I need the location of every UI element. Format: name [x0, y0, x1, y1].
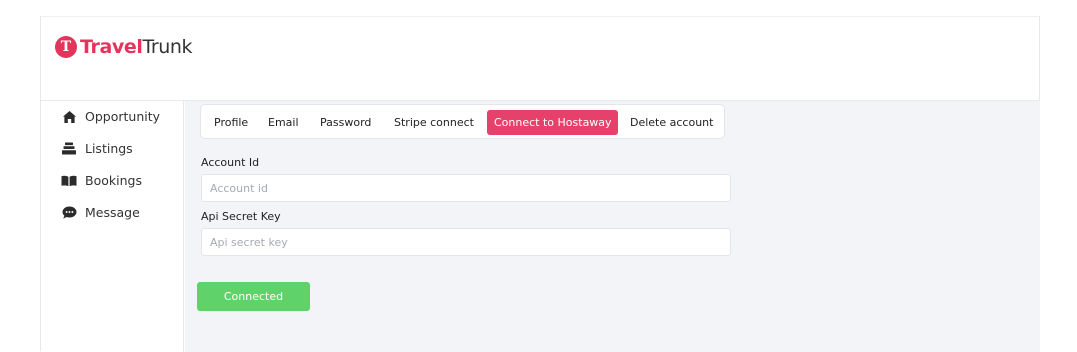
brand-name-trunk: Trunk [142, 36, 193, 58]
connected-button[interactable]: Connected [197, 282, 310, 311]
home-icon [61, 110, 77, 124]
chat-bubble-icon [61, 206, 77, 220]
tab-password[interactable]: Password [320, 110, 371, 135]
settings-tabs: Profile Email Password Stripe connect Co… [200, 104, 725, 139]
logo-mark-icon: T [55, 36, 77, 58]
account-id-label: Account Id [201, 156, 260, 169]
sidebar-item-label: Bookings [85, 173, 142, 188]
sidebar-item-label: Listings [85, 141, 133, 156]
tab-stripe-connect[interactable]: Stripe connect [394, 110, 474, 135]
brand-name: TravelTrunk [80, 36, 193, 58]
tab-email[interactable]: Email [268, 110, 299, 135]
book-icon [61, 174, 77, 188]
api-secret-key-input[interactable] [201, 228, 731, 256]
sidebar-item-opportunity[interactable]: Opportunity [61, 109, 160, 124]
tab-connect-to-hostaway[interactable]: Connect to Hostaway [487, 110, 618, 135]
top-bar: T TravelTrunk [41, 17, 1039, 101]
api-secret-key-label: Api Secret Key [201, 210, 281, 223]
sidebar-item-label: Message [85, 205, 140, 220]
app-window: T TravelTrunk Opportunity Listings Booki… [40, 16, 1040, 352]
layers-icon [61, 142, 77, 156]
sidebar: Opportunity Listings Bookings Message [41, 101, 184, 352]
sidebar-item-label: Opportunity [85, 109, 161, 124]
sidebar-item-bookings[interactable]: Bookings [61, 173, 142, 188]
brand-name-travel: Travel [80, 36, 143, 58]
sidebar-item-message[interactable]: Message [61, 205, 140, 220]
brand-logo[interactable]: T TravelTrunk [55, 36, 193, 58]
tab-delete-account[interactable]: Delete account [630, 110, 713, 135]
account-id-input[interactable] [201, 174, 731, 202]
sidebar-item-listings[interactable]: Listings [61, 141, 133, 156]
main-content: Profile Email Password Stripe connect Co… [185, 101, 1040, 352]
tab-profile[interactable]: Profile [214, 110, 248, 135]
